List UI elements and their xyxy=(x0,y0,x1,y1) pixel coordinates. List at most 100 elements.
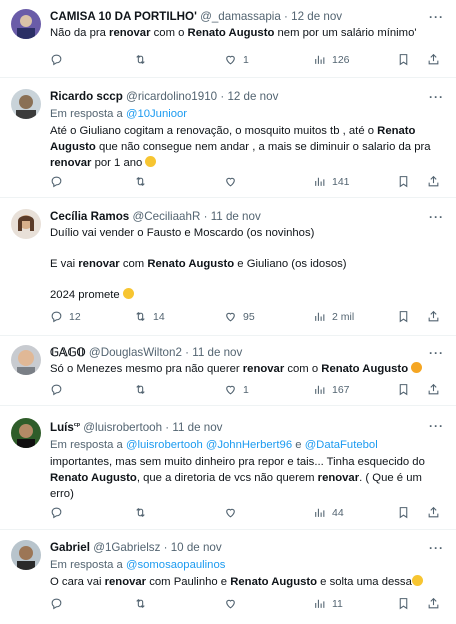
tweet-feed: CAMISA 10 DA PORTILHO' @_damassapia · 12… xyxy=(0,0,456,624)
like-button[interactable] xyxy=(224,597,243,610)
display-name[interactable]: Cecília Ramos xyxy=(50,210,129,223)
reply-button[interactable] xyxy=(50,53,69,66)
share-button[interactable] xyxy=(427,53,440,66)
tweet-actions: 12 14 95 2 mil xyxy=(50,310,442,326)
tweet-date[interactable]: 12 de nov xyxy=(291,10,342,23)
bookmark-button[interactable] xyxy=(397,506,410,519)
display-name[interactable]: 𝔾𝔸𝔾𝕆 xyxy=(50,346,86,359)
display-name[interactable]: CAMISA 10 DA PORTILHO' xyxy=(50,10,197,23)
user-handle[interactable]: @CeciliaahR xyxy=(133,210,201,223)
like-button[interactable] xyxy=(224,506,243,519)
more-options-icon[interactable]: ··· xyxy=(429,90,444,104)
display-name[interactable]: Luís xyxy=(50,421,74,434)
retweet-button[interactable]: 14 xyxy=(134,310,165,323)
more-options-icon[interactable]: ··· xyxy=(429,419,444,433)
reply-button[interactable] xyxy=(50,175,69,188)
retweet-button[interactable] xyxy=(134,597,153,610)
tweet[interactable]: Ricardo sccp @ricardolino1910 · 12 de no… xyxy=(0,78,456,198)
reply-button[interactable] xyxy=(50,506,69,519)
share-button[interactable] xyxy=(427,175,440,188)
views-button[interactable]: 141 xyxy=(313,175,350,188)
tweet-actions: 1 167 xyxy=(50,383,442,399)
mention-link[interactable]: @JohnHerbert96 xyxy=(206,439,292,451)
like-button[interactable] xyxy=(224,175,243,188)
tweet[interactable]: CAMISA 10 DA PORTILHO' @_damassapia · 12… xyxy=(0,0,456,78)
views-button[interactable]: 167 xyxy=(313,383,350,396)
tweet-header: CAMISA 10 DA PORTILHO' @_damassapia · 12… xyxy=(50,9,442,24)
retweet-button[interactable] xyxy=(134,53,153,66)
tweet-header: Ricardo sccp @ricardolino1910 · 12 de no… xyxy=(50,89,442,104)
reply-button[interactable]: 12 xyxy=(50,310,81,323)
user-handle[interactable]: @DouglasWilton2 xyxy=(89,346,182,359)
tweet-date[interactable]: 11 de nov xyxy=(172,421,222,434)
more-options-icon[interactable]: ··· xyxy=(429,541,444,555)
laughing-emoji-icon xyxy=(145,155,157,167)
keyword: Renato Augusto xyxy=(147,257,235,270)
mention-link[interactable]: @DataFutebol xyxy=(305,439,378,451)
bookmark-button[interactable] xyxy=(397,597,410,610)
avatar[interactable] xyxy=(11,9,41,39)
share-icon xyxy=(427,53,440,66)
share-button[interactable] xyxy=(427,310,440,323)
bookmark-button[interactable] xyxy=(397,53,410,66)
share-button[interactable] xyxy=(427,383,440,396)
mention-link[interactable]: @10Junioor xyxy=(126,108,187,120)
views-count: 141 xyxy=(332,175,350,188)
mention-link[interactable]: @somosaopaulinos xyxy=(126,559,225,571)
views-button[interactable]: 2 mil xyxy=(313,310,354,323)
share-button[interactable] xyxy=(427,597,440,610)
retweet-icon xyxy=(134,506,147,519)
user-handle[interactable]: @ricardolino1910 xyxy=(126,90,217,103)
tweet-date[interactable]: 10 de nov xyxy=(171,541,222,554)
views-button[interactable]: 44 xyxy=(313,506,344,519)
display-name[interactable]: Gabriel xyxy=(50,541,90,554)
like-icon xyxy=(224,383,237,396)
retweet-button[interactable] xyxy=(134,383,153,396)
tweet-header: Luísᶜᵖ @luisrobertooh · 11 de nov xyxy=(50,418,442,435)
like-icon xyxy=(224,506,237,519)
bookmark-button[interactable] xyxy=(397,383,410,396)
share-button[interactable] xyxy=(427,506,440,519)
avatar[interactable] xyxy=(11,345,41,375)
retweet-button[interactable] xyxy=(134,506,153,519)
avatar[interactable] xyxy=(11,418,41,448)
avatar[interactable] xyxy=(11,209,41,239)
tweet[interactable]: Luísᶜᵖ @luisrobertooh · 11 de nov Em res… xyxy=(0,406,456,530)
mention-link[interactable]: @luisrobertooh xyxy=(126,439,203,451)
tweet-date[interactable]: 11 de nov xyxy=(192,346,242,359)
more-options-icon[interactable]: ··· xyxy=(429,210,444,224)
bookmark-button[interactable] xyxy=(397,175,410,188)
tweet-actions: 11 xyxy=(50,597,442,613)
user-handle[interactable]: @_damassapia xyxy=(200,10,281,23)
reply-context: Em resposta a @somosaopaulinos xyxy=(50,559,226,571)
avatar[interactable] xyxy=(11,540,41,570)
like-icon xyxy=(224,175,237,188)
tweet-date[interactable]: 11 de nov xyxy=(211,210,261,223)
more-options-icon[interactable]: ··· xyxy=(429,346,444,360)
like-button[interactable]: 1 xyxy=(224,53,249,66)
tweet-date[interactable]: 12 de nov xyxy=(227,90,278,103)
reply-button[interactable] xyxy=(50,597,69,610)
user-handle[interactable]: @1Gabrielsz xyxy=(93,541,160,554)
views-button[interactable]: 126 xyxy=(313,53,350,66)
views-button[interactable]: 11 xyxy=(313,597,343,610)
tweet-actions: 141 xyxy=(50,175,442,191)
tweet[interactable]: 𝔾𝔸𝔾𝕆 @DouglasWilton2 · 11 de nov Só o Me… xyxy=(0,336,456,406)
like-icon xyxy=(224,597,237,610)
more-options-icon[interactable]: ··· xyxy=(429,10,444,24)
display-name[interactable]: Ricardo sccp xyxy=(50,90,123,103)
retweet-icon xyxy=(134,53,147,66)
tweet-actions: 44 xyxy=(50,506,442,522)
like-button[interactable]: 95 xyxy=(224,310,255,323)
separator-dot: · xyxy=(220,90,225,103)
bookmark-button[interactable] xyxy=(397,310,410,323)
reply-button[interactable] xyxy=(50,383,69,396)
like-button[interactable]: 1 xyxy=(224,383,249,396)
user-handle[interactable]: @luisrobertooh xyxy=(83,421,162,434)
retweet-button[interactable] xyxy=(134,175,153,188)
avatar[interactable] xyxy=(11,89,41,119)
retweet-count: 14 xyxy=(153,310,165,323)
views-icon xyxy=(313,383,326,396)
tweet[interactable]: Cecília Ramos @CeciliaahR · 11 de nov Du… xyxy=(0,198,456,336)
tweet[interactable]: Gabriel @1Gabrielsz · 10 de nov Em respo… xyxy=(0,530,456,624)
